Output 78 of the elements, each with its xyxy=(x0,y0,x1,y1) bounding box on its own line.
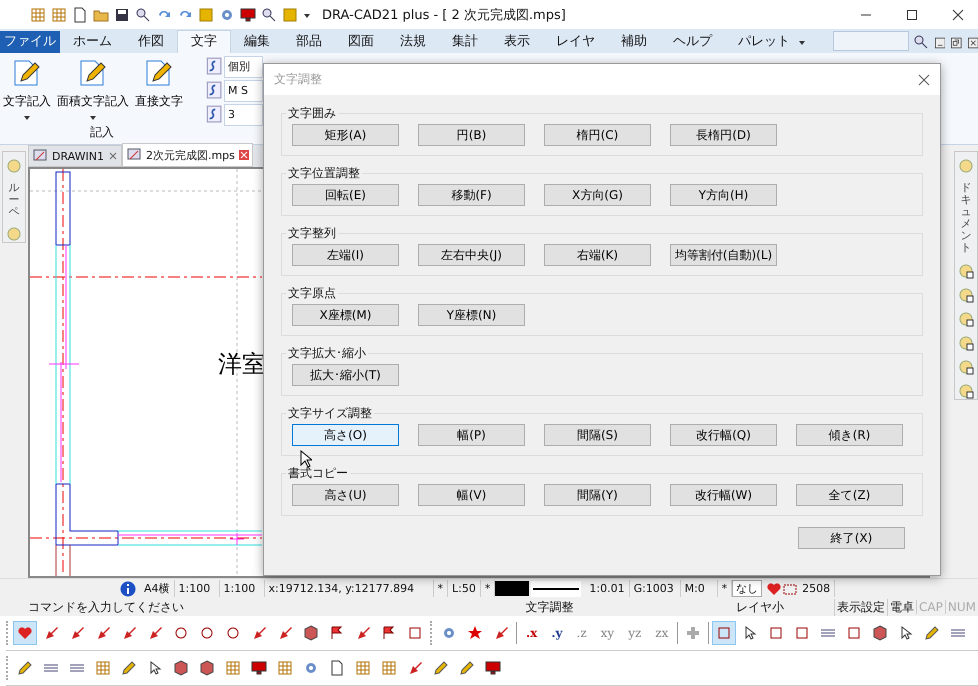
ribbon-button[interactable]: 直接文字 xyxy=(132,57,186,122)
command-button[interactable]: 幅(V) xyxy=(418,484,525,506)
command-button[interactable]: 幅(P) xyxy=(418,424,525,446)
group-label: 文字位置調整 xyxy=(287,165,361,182)
menu-tab[interactable]: 文字 xyxy=(177,30,231,53)
command-button[interactable]: 矩形(A) xyxy=(292,124,399,146)
command-button[interactable]: 高さ(U) xyxy=(292,484,399,506)
group-number: G:1003 xyxy=(630,580,681,597)
menu-tab[interactable]: レイヤ xyxy=(543,31,608,53)
menu-tab[interactable]: 編集 xyxy=(231,31,283,53)
group-label: 文字整列 xyxy=(287,225,337,242)
group-label: 文字拡大･縮小 xyxy=(287,345,367,362)
entity-count: 2508 xyxy=(798,580,836,597)
group-label: 書式コピー xyxy=(287,465,349,482)
command-button[interactable]: 回転(E) xyxy=(292,184,399,206)
command-button[interactable]: 均等割付(自動)(L) xyxy=(670,244,777,266)
command-button[interactable]: 左右中央(J) xyxy=(418,244,525,266)
group-label: 文字囲み xyxy=(287,105,337,122)
style-field[interactable]: 3 xyxy=(224,104,263,126)
mode-value: M:0 xyxy=(680,580,718,597)
panel-tab[interactable]: ドキュメント xyxy=(960,182,972,255)
menu-tab[interactable]: パレット xyxy=(725,31,819,53)
axis-button[interactable]: .y xyxy=(546,626,568,640)
command-button[interactable]: 間隔(S) xyxy=(544,424,651,446)
command-button[interactable]: 左端(I) xyxy=(292,244,399,266)
dialog-title: 文字調整 xyxy=(274,71,322,88)
document-tab[interactable]: DRAWIN1 xyxy=(28,145,122,167)
ratio-value: 1:0.01 xyxy=(585,580,630,597)
coordinates: x:19712.134, y:12177.894 xyxy=(264,580,434,597)
group-label: 文字原点 xyxy=(287,285,337,302)
command-button[interactable]: 改行幅(Q) xyxy=(670,424,777,446)
menu-tab[interactable]: 部品 xyxy=(283,31,335,53)
command-button[interactable]: X方向(G) xyxy=(544,184,651,206)
command-button[interactable]: 傾き(R) xyxy=(796,424,903,446)
axis-button[interactable]: .x xyxy=(521,626,542,640)
paper-size: A4横 xyxy=(140,580,175,597)
command-prompt[interactable]: コマンドを入力してください xyxy=(0,598,504,616)
command-button[interactable]: 円(B) xyxy=(418,124,525,146)
layer-number: L:50 xyxy=(448,580,481,597)
command-button[interactable]: 拡大･縮小(T) xyxy=(292,364,399,386)
scale-value: 1:100 xyxy=(174,580,220,597)
close-button[interactable]: 終了(X) xyxy=(798,527,905,549)
command-button[interactable]: 移動(F) xyxy=(418,184,525,206)
line-type-field[interactable]: なし xyxy=(732,580,762,597)
document-tab[interactable]: 2次元完成図.mps xyxy=(122,143,253,167)
ribbon-button[interactable]: 面積文字記入 xyxy=(54,57,132,122)
current-command: 文字調整 xyxy=(524,598,574,616)
style-field[interactable]: M S xyxy=(224,80,263,102)
group-label: 記入 xyxy=(89,124,115,141)
ribbon-button[interactable]: 文字記入 xyxy=(0,57,54,122)
menu-tab[interactable]: 作図 xyxy=(125,31,177,53)
panel-tab[interactable]: ルーペ xyxy=(8,182,20,218)
command-button[interactable]: Y座標(N) xyxy=(418,304,525,326)
menu-tab[interactable]: 図面 xyxy=(335,31,387,53)
menu-tab[interactable]: 補助 xyxy=(608,31,660,53)
key-indicator: CAP xyxy=(916,600,945,614)
command-button[interactable]: X座標(M) xyxy=(292,304,399,326)
scale-value: 1:100 xyxy=(220,580,265,597)
command-button[interactable]: 高さ(O) xyxy=(292,424,399,446)
style-field[interactable]: 個別 xyxy=(224,56,263,78)
group-label: 文字サイズ調整 xyxy=(287,405,373,422)
window-title: DRA-CAD21 plus - [ 2 次元完成図.mps] xyxy=(322,6,566,24)
command-button[interactable]: 楕円(C) xyxy=(544,124,651,146)
command-button[interactable]: Y方向(H) xyxy=(670,184,777,206)
command-button[interactable]: 全て(Z) xyxy=(796,484,903,506)
command-button[interactable]: 長楕円(D) xyxy=(670,124,777,146)
menu-tab[interactable]: 法規 xyxy=(387,31,439,53)
menu-tab[interactable]: ファイル xyxy=(0,31,60,53)
menu-tab[interactable]: 表示 xyxy=(491,31,543,53)
menu-tab[interactable]: ヘルプ xyxy=(660,31,725,53)
menu-tab[interactable]: 集計 xyxy=(439,31,491,53)
layer-mark: * xyxy=(434,580,448,597)
command-button[interactable]: 間隔(Y) xyxy=(544,484,651,506)
layer-size: レイヤ小 xyxy=(734,598,785,616)
command-button[interactable]: 改行幅(W) xyxy=(670,484,777,506)
menu-tab[interactable]: ホーム xyxy=(60,31,125,53)
key-indicator: NUM xyxy=(944,600,978,614)
command-button[interactable]: 右端(K) xyxy=(544,244,651,266)
